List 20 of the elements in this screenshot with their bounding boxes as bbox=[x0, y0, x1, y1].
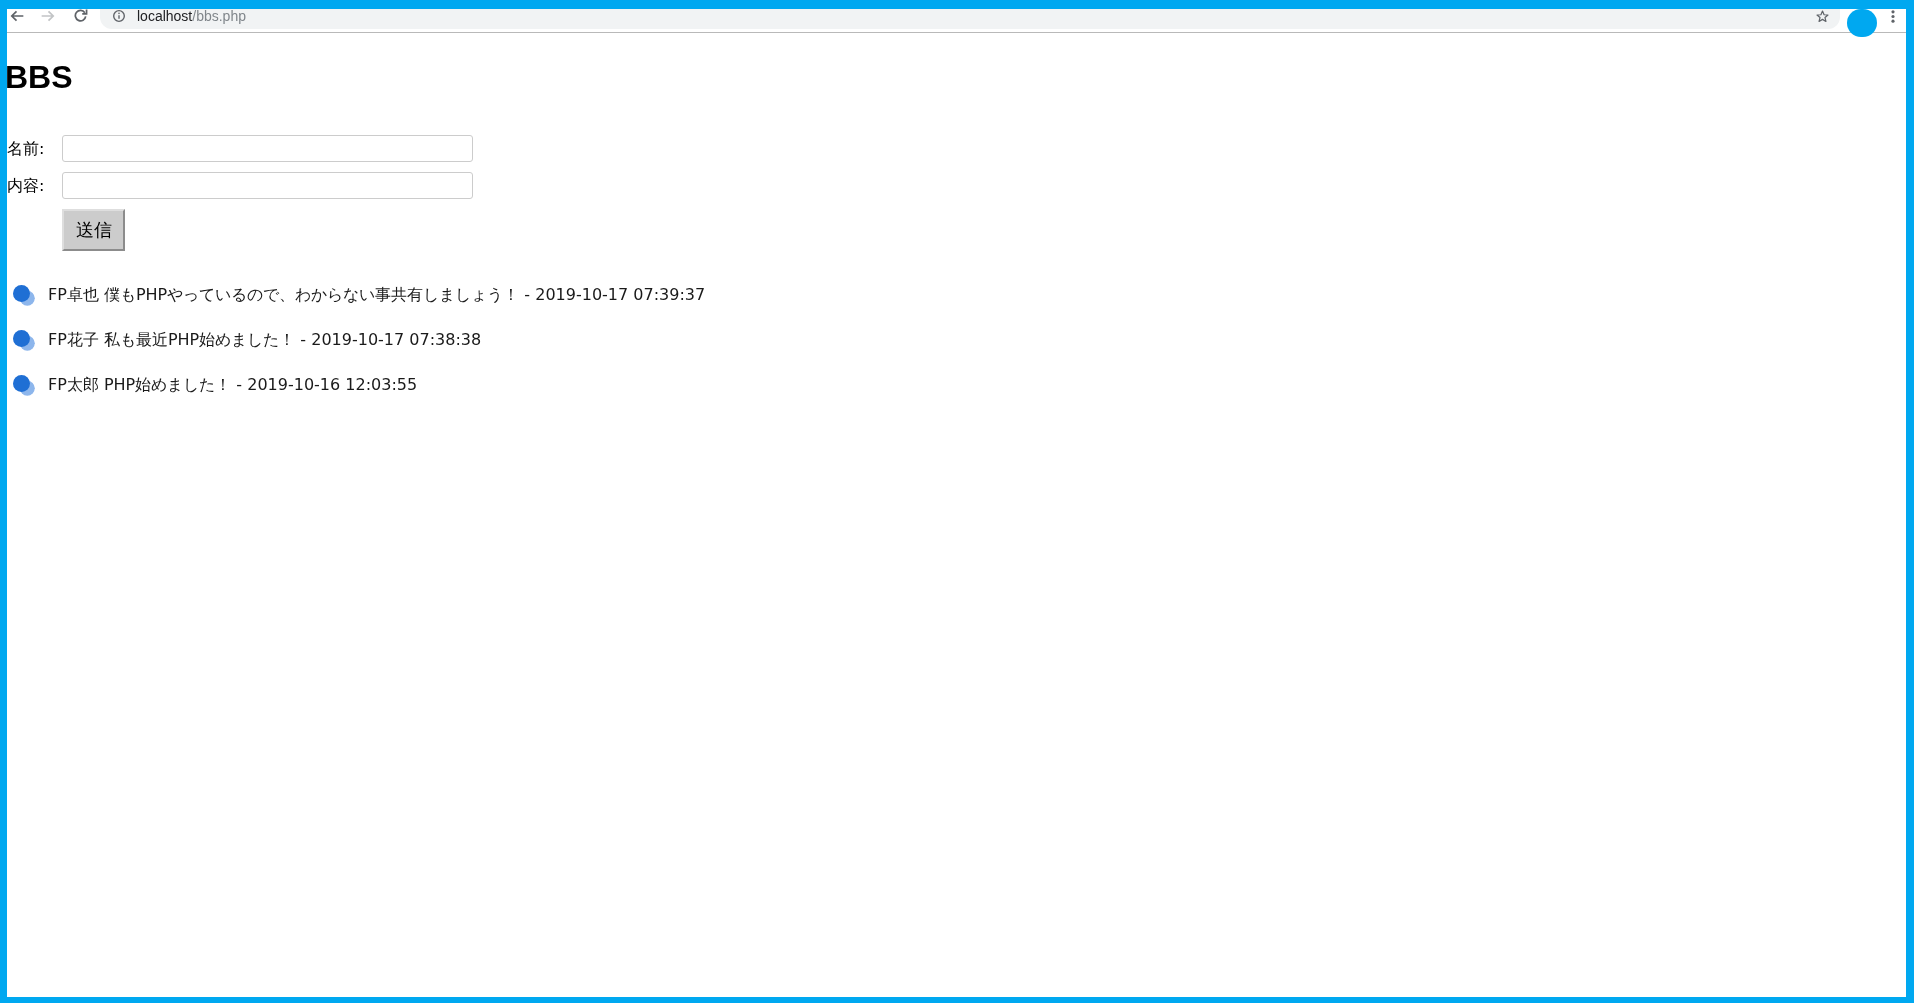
bullet-circles-icon bbox=[13, 284, 35, 306]
arrow-left-icon[interactable] bbox=[9, 10, 24, 22]
field-label: 内容: bbox=[7, 175, 45, 196]
bullet-circles-icon bbox=[13, 374, 35, 396]
menu-icon[interactable] bbox=[1891, 10, 1895, 23]
address-bar[interactable]: localhost/bbs.php bbox=[100, 9, 1840, 29]
info-icon[interactable] bbox=[113, 10, 125, 22]
post-text: FP花子 私も最近PHP始めました！ - 2019-10-17 07:38:38 bbox=[48, 329, 482, 351]
text-input[interactable] bbox=[62, 135, 473, 162]
bullet-circles-icon bbox=[13, 329, 35, 351]
send-button[interactable]: 送信 bbox=[62, 209, 125, 251]
star-icon[interactable] bbox=[1816, 10, 1829, 23]
avatar-icon[interactable] bbox=[1847, 9, 1877, 37]
page-heading: BBS bbox=[7, 59, 73, 96]
reload-icon[interactable] bbox=[73, 9, 88, 22]
post-text: FP卓也 僕もPHPやっているので、わからない事共有しましょう！ - 2019-10-17 07:39:37 bbox=[48, 284, 706, 306]
text-input[interactable] bbox=[62, 172, 473, 199]
post-text: FP太郎 PHP始めました！ - 2019-10-16 12:03:55 bbox=[48, 374, 418, 396]
field-label: 名前: bbox=[7, 138, 45, 159]
url-text[interactable]: localhost/bbs.php bbox=[137, 10, 246, 23]
